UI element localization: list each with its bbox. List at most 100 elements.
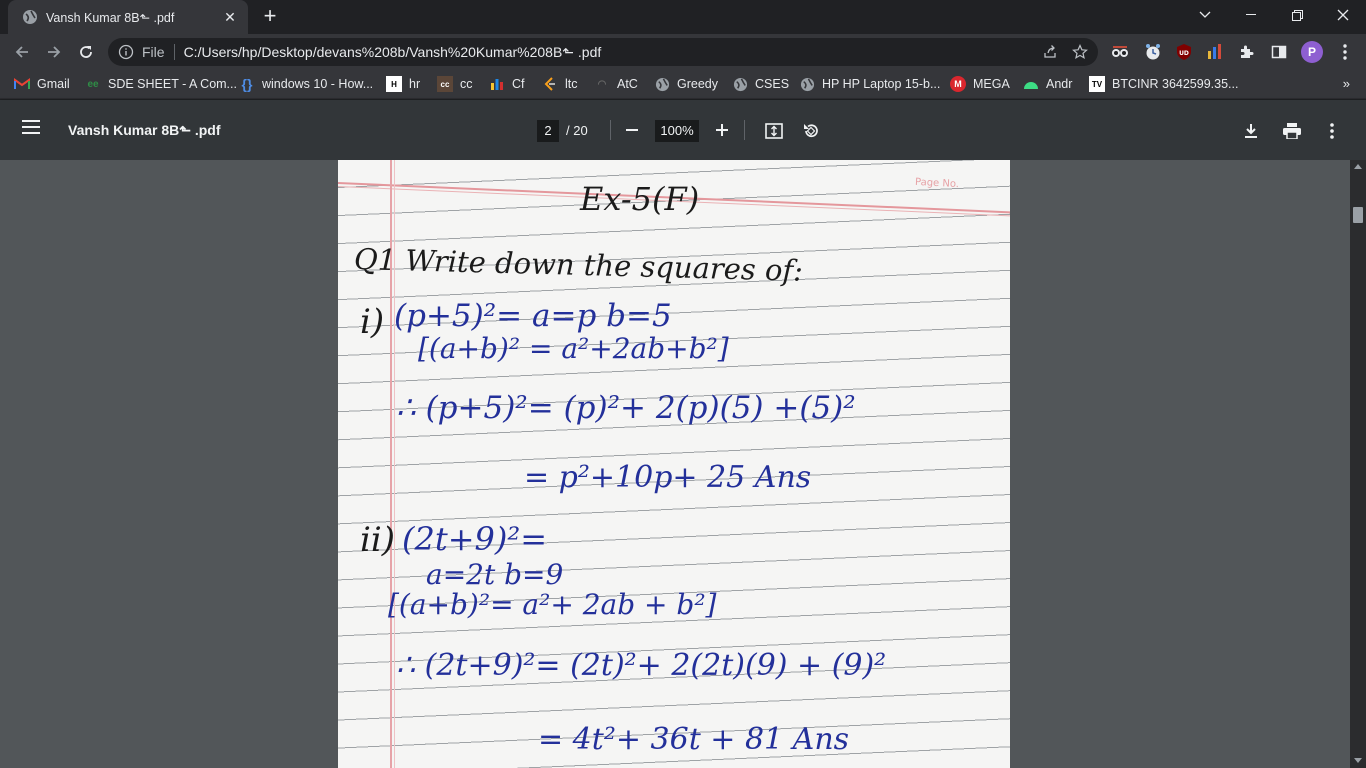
bookmark-mega[interactable]: M MEGA [950,76,1010,92]
extension-glasses-icon[interactable] [1110,42,1130,62]
atcoder-icon: ◠ [597,78,607,90]
minimize-icon[interactable] [1228,0,1274,30]
part-one-answer: = p²+10p+ 25 Ans [524,460,812,495]
codeforces-icon [489,76,505,92]
print-icon[interactable] [1281,120,1303,142]
part-one-given: (p+5)²= a=p b=5 [394,298,672,334]
page-number-input[interactable]: 2 [537,120,559,142]
bookmark-label: Greedy [677,77,718,91]
part-two-step: ∴ (2t+9)²= (2t)²+ 2(2t)(9) + (9)² [396,648,887,683]
bookmark-windows-10[interactable]: {} windows 10 - How... [239,76,374,92]
reload-button[interactable] [72,38,100,66]
new-tab-button[interactable]: + [258,5,282,29]
svg-text:UD: UD [1179,50,1189,57]
pdf-title: Vansh Kumar 8B⬑ .pdf [68,122,221,138]
tab-close-icon[interactable]: ✕ [222,9,238,26]
bookmark-label: hr [409,77,421,91]
rotate-icon[interactable] [800,120,822,142]
codechef-icon: cc [437,76,453,92]
zoom-out-button[interactable] [622,120,642,140]
android-icon [1023,76,1039,92]
scrollbar-thumb[interactable] [1353,207,1363,223]
hackerrank-icon: H [386,76,402,92]
url-text[interactable]: C:/Users/hp/Desktop/devans%208b/Vansh%20… [184,44,1038,61]
tab-search-icon[interactable] [1182,0,1228,30]
zoom-level-input[interactable]: 100% [655,120,699,142]
part-two-answer: = 4t²+ 36t + 81 Ans [538,722,850,757]
pdf-menu-icon[interactable] [22,120,44,140]
part-two-given: a=2t b=9 [426,558,564,591]
download-icon[interactable] [1240,120,1262,142]
scroll-down-arrow-icon[interactable] [1354,758,1362,763]
part-one-label: i) [360,302,385,342]
scroll-up-arrow-icon[interactable] [1354,164,1362,169]
bookmarks-overflow-button[interactable]: » [1343,76,1350,91]
bookmark-label: cc [460,77,473,91]
bookmark-label: AtC [617,77,638,91]
close-window-icon[interactable] [1320,0,1366,30]
browser-tab[interactable]: Vansh Kumar 8B⬑ .pdf ✕ [8,0,248,34]
bookmark-label: CSES [755,77,790,91]
bookmark-label: Gmail [37,77,70,91]
browser-toolbar: File C:/Users/hp/Desktop/devans%208b/Van… [0,34,1366,70]
profile-avatar[interactable]: P [1301,41,1323,63]
superuser-icon: {} [241,76,253,92]
toolbar-divider [610,120,611,140]
bookmark-label: SDE SHEET - A Com... [108,77,237,91]
bookmark-hackerrank[interactable]: H hr [386,76,420,92]
bookmark-label: MEGA [973,77,1010,91]
extensions-puzzle-icon[interactable] [1237,42,1257,62]
part-two-expression: (2t+9)²= [402,520,547,558]
forward-button[interactable] [40,38,68,66]
question-text: Q1 Write down the squares of: [353,242,804,288]
side-panel-icon[interactable] [1269,42,1289,62]
restore-icon[interactable] [1274,0,1320,30]
bookmark-cses[interactable]: CSES [732,76,789,92]
part-one-step: ∴ (p+5)²= (p)²+ 2(p)(5) +(5)² [396,390,856,426]
bookmarks-bar: Gmail ee SDE SHEET - A Com... {} windows… [0,70,1366,99]
browser-menu-icon[interactable] [1335,42,1355,62]
more-actions-icon[interactable] [1321,120,1343,142]
leetcode-icon [542,76,558,92]
part-two-formula: [(a+b)²= a²+ 2ab + b²] [388,588,717,621]
bookmark-leetcode[interactable]: ltc [542,76,578,92]
exercise-heading: Ex-5(F) [580,180,700,218]
bookmark-codeforces[interactable]: Cf [489,76,525,92]
tab-strip: Vansh Kumar 8B⬑ .pdf ✕ + [0,0,1366,34]
toolbar-divider [744,120,745,140]
fit-page-icon[interactable] [763,120,785,142]
bookmark-star-icon[interactable] [1068,40,1092,64]
back-button[interactable] [8,38,36,66]
url-divider [173,44,175,60]
bookmark-hp-laptop[interactable]: HP HP Laptop 15-b... [799,76,940,92]
bookmark-sde-sheet[interactable]: ee SDE SHEET - A Com... [85,76,237,92]
bookmark-atcoder[interactable]: ◠ AtC [594,76,638,92]
info-icon[interactable] [118,44,134,60]
pdf-toolbar: Vansh Kumar 8B⬑ .pdf 2 / 20 100% [0,100,1366,160]
bookmark-greedy[interactable]: Greedy [654,76,718,92]
extension-bars-icon[interactable] [1205,42,1225,62]
tab-title: Vansh Kumar 8B⬑ .pdf [46,10,175,25]
pdf-document-area[interactable]: Page No. Ex-5(F) Q1 Write down the squar… [0,160,1350,768]
part-two-label: ii) [360,520,396,560]
gmail-icon [14,76,30,92]
part-one-formula: [(a+b)² = a²+2ab+b²] [418,332,729,365]
address-bar[interactable]: File C:/Users/hp/Desktop/devans%208b/Van… [108,38,1098,66]
share-icon[interactable] [1038,40,1062,64]
page-number-label: Page No. [914,176,960,191]
mega-icon: M [950,76,966,92]
bookmark-codechef[interactable]: cc cc [437,76,473,92]
bookmark-btcinr[interactable]: TV BTCINR 3642599.35... [1089,76,1238,92]
bookmark-label: ltc [565,77,578,91]
bookmark-label: BTCINR 3642599.35... [1112,77,1239,91]
bookmark-gmail[interactable]: Gmail [14,76,70,92]
vertical-scrollbar[interactable] [1350,160,1366,768]
extension-clock-icon[interactable] [1143,42,1163,62]
ublock-icon[interactable]: UD [1174,42,1194,62]
zoom-in-button[interactable] [712,120,732,140]
bookmark-label: windows 10 - How... [262,77,374,91]
globe-icon [799,76,815,92]
globe-icon [654,76,670,92]
pdf-page: Page No. Ex-5(F) Q1 Write down the squar… [338,160,1010,768]
bookmark-andr[interactable]: Andr [1023,76,1072,92]
